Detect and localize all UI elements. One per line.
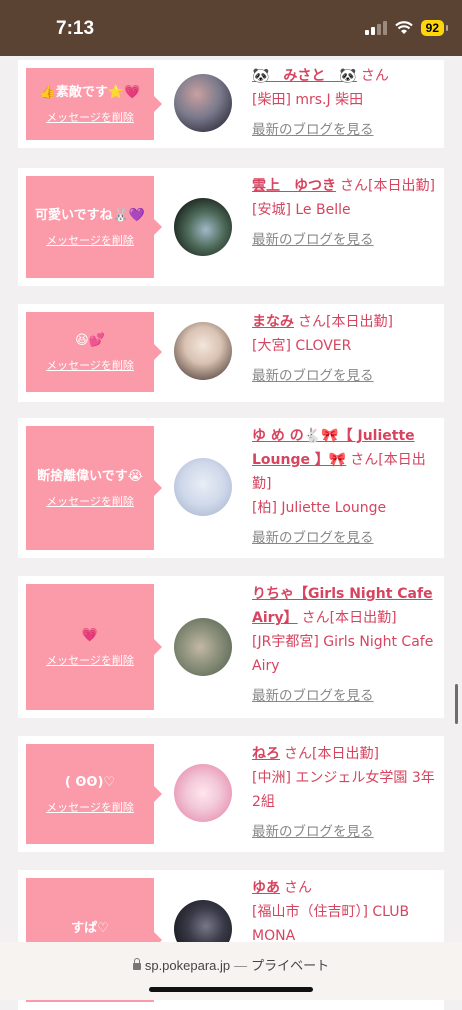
delete-message-link[interactable]: メッセージを削除 <box>46 109 134 125</box>
latest-blog-link[interactable]: 最新のブログを見る <box>252 364 438 388</box>
shop-name: [JR宇都宮] Girls Night Cafe Airy <box>252 634 434 674</box>
latest-blog-link[interactable]: 最新のブログを見る <box>252 820 438 844</box>
shop-name: [柴田] mrs.J 柴田 <box>252 92 364 108</box>
avatar[interactable] <box>174 618 232 676</box>
shop-name: [大宮] CLOVER <box>252 338 352 354</box>
message-text: 💗 <box>81 628 99 643</box>
status-time: 7:13 <box>56 18 95 39</box>
message-bubble: 断捨離偉いです😭 メッセージを削除 <box>26 426 162 550</box>
message-text: ( ʘʘ)♡ <box>64 775 116 790</box>
latest-blog-link[interactable]: 最新のブログを見る <box>252 684 438 708</box>
cast-name-link[interactable]: 🐼 みさと 🐼 <box>252 68 357 84</box>
cast-name-link[interactable]: 雲上 ゆつき <box>252 178 336 194</box>
latest-blog-link[interactable]: 最新のブログを見る <box>252 526 438 550</box>
message-text: 👍素敵です⭐💗 <box>39 85 141 100</box>
list-item: ( ʘʘ)♡ メッセージを削除 ねろ さん[本日出勤] [中洲] エンジェル女学園… <box>18 736 444 852</box>
shop-name: [中洲] エンジェル女学園 3年2組 <box>252 770 435 810</box>
message-bubble: 💗 メッセージを削除 <box>26 584 162 710</box>
delete-message-link[interactable]: メッセージを削除 <box>46 232 134 248</box>
honorific-label: さん <box>360 68 389 84</box>
avatar[interactable] <box>174 198 232 256</box>
shop-name: [柏] Juliette Lounge <box>252 500 387 516</box>
message-text: 😆💕 <box>75 333 105 348</box>
latest-blog-link[interactable]: 最新のブログを見る <box>252 118 438 142</box>
list-item: 😆💕 メッセージを削除 まなみ さん[本日出勤] [大宮] CLOVER 最新のブ… <box>18 304 444 402</box>
message-bubble: 😆💕 メッセージを削除 <box>26 312 162 392</box>
honorific-label: さん <box>284 880 312 896</box>
status-icons: 92 <box>364 20 449 36</box>
list-item: 💗 メッセージを削除 りちゃ【Girls Night Cafe Airy】 さん[… <box>18 576 444 718</box>
delete-message-link[interactable]: メッセージを削除 <box>46 652 134 668</box>
honorific-label: さん[本日出勤] <box>301 610 397 626</box>
url-separator: — <box>234 958 248 973</box>
home-indicator[interactable] <box>149 987 313 992</box>
status-bar: 7:13 92 <box>0 0 462 56</box>
lock-icon <box>132 958 141 970</box>
honorific-label: さん[本日出勤] <box>298 314 393 330</box>
cast-name-link[interactable]: ゆあ <box>252 880 280 896</box>
url-domain: sp.pokepara.jp <box>144 958 231 973</box>
message-text: すぱ♡ <box>71 921 109 936</box>
avatar[interactable] <box>174 74 232 132</box>
honorific-label: さん[本日出勤] <box>340 178 435 194</box>
shop-name: [福山市（住吉町）] CLUB MONA <box>252 904 410 944</box>
message-bubble: 可愛いですね🐰💜 メッセージを削除 <box>26 176 162 278</box>
avatar[interactable] <box>174 458 232 516</box>
private-mode-label: プライベート <box>251 958 330 973</box>
list-item: 可愛いですね🐰💜 メッセージを削除 雲上 ゆつき さん[本日出勤] [安城] Le… <box>18 168 444 286</box>
message-text: 可愛いですね🐰💜 <box>35 208 145 223</box>
avatar[interactable] <box>174 764 232 822</box>
message-text: 断捨離偉いです😭 <box>37 469 143 484</box>
cast-name-link[interactable]: まなみ <box>252 314 294 330</box>
latest-blog-link[interactable]: 最新のブログを見る <box>252 228 438 252</box>
signal-icon <box>364 21 387 35</box>
scrollbar[interactable] <box>455 684 458 724</box>
avatar[interactable] <box>174 322 232 380</box>
delete-message-link[interactable]: メッセージを削除 <box>46 493 134 509</box>
honorific-label: さん[本日出勤] <box>284 746 379 762</box>
shop-name: [安城] Le Belle <box>252 202 351 218</box>
message-bubble: 👍素敵です⭐💗 メッセージを削除 <box>26 68 162 140</box>
delete-message-link[interactable]: メッセージを削除 <box>46 799 134 815</box>
message-bubble: ( ʘʘ)♡ メッセージを削除 <box>26 744 162 844</box>
wifi-icon <box>394 21 413 34</box>
cast-name-link[interactable]: ねろ <box>252 746 280 762</box>
list-item: 断捨離偉いです😭 メッセージを削除 ゆ め の🐇🎀【 Juliette Loun… <box>18 418 444 558</box>
list-item: 👍素敵です⭐💗 メッセージを削除 🐼 みさと 🐼 さん [柴田] mrs.J 柴田… <box>18 60 444 148</box>
battery-icon: 92 <box>420 20 449 36</box>
delete-message-link[interactable]: メッセージを削除 <box>46 357 134 373</box>
